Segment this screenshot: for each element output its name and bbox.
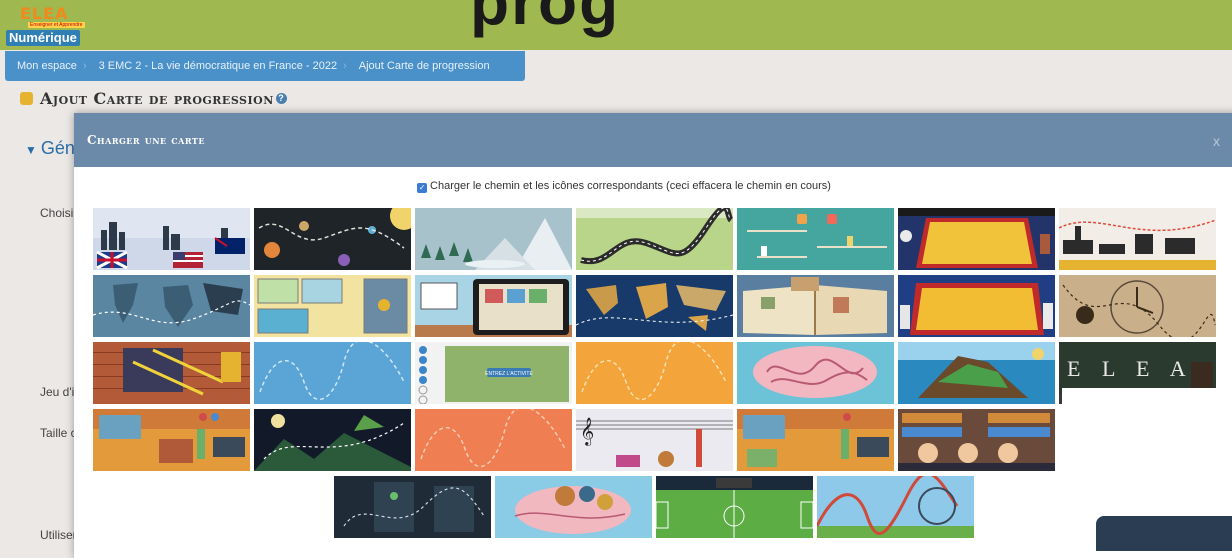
map-thumb-brain[interactable] bbox=[737, 342, 894, 404]
map-thumb-world-blue[interactable] bbox=[576, 275, 733, 337]
map-thumb-classroom-2[interactable] bbox=[737, 409, 894, 471]
breadcrumb-current: Ajout Carte de progression bbox=[358, 60, 490, 72]
modal-title: Charger une carte bbox=[87, 133, 205, 147]
load-path-checkbox[interactable]: ✓ bbox=[417, 183, 428, 193]
map-thumb-football[interactable] bbox=[656, 476, 813, 538]
page-title: Ajout Carte de progression ? bbox=[20, 89, 287, 108]
map-thumb-london-skyline[interactable] bbox=[1059, 208, 1216, 270]
caret-down-icon: ▼ bbox=[25, 143, 37, 157]
map-thumb-school-plan[interactable] bbox=[254, 275, 411, 337]
breadcrumb: Mon espace › 3 EMC 2 - La vie démocratiq… bbox=[5, 51, 525, 81]
map-thumb-world-dark[interactable] bbox=[93, 275, 250, 337]
modal-header: Charger une carte x bbox=[74, 113, 1232, 167]
map-thumb-label: ENTREZ L'ACTIVITE bbox=[485, 371, 533, 377]
overlay-map-fragment bbox=[1096, 516, 1232, 551]
map-thumb-space-planets[interactable] bbox=[254, 208, 411, 270]
map-thumb-night-witch[interactable] bbox=[254, 409, 411, 471]
breadcrumb-home[interactable]: Mon espace bbox=[5, 60, 77, 72]
map-thumb-tablet-desk[interactable] bbox=[415, 275, 572, 337]
map-thumb-island[interactable] bbox=[898, 342, 1055, 404]
map-thumb-blue-path[interactable] bbox=[254, 342, 411, 404]
overlay-panel bbox=[1062, 388, 1232, 551]
breadcrumb-separator: › bbox=[343, 60, 347, 72]
load-path-checkbox-label[interactable]: Charger le chemin et les icônes correspo… bbox=[430, 180, 831, 192]
load-map-modal: Charger une carte x ✓ Charger le chemin e… bbox=[74, 113, 1232, 558]
question-icon[interactable]: ? bbox=[275, 93, 287, 104]
map-thumb-open-book[interactable] bbox=[737, 275, 894, 337]
map-thumb-brain-gears[interactable] bbox=[495, 476, 652, 538]
map-thumb-stage-red[interactable] bbox=[898, 275, 1055, 337]
field-label: Utiliser bbox=[40, 528, 77, 542]
field-label: Jeu d'i bbox=[40, 385, 75, 399]
top-navbar: ELEA Enseigner et Apprendre Numérique pr… bbox=[0, 0, 1232, 50]
map-thumb-music[interactable]: 𝄞 bbox=[576, 409, 733, 471]
close-icon[interactable]: x bbox=[1213, 133, 1220, 149]
map-thumb-lab-shelves[interactable] bbox=[737, 208, 894, 270]
load-path-option: ✓ Charger le chemin et les icônes corresp… bbox=[74, 180, 1174, 193]
map-thumb-progress-green[interactable]: ENTREZ L'ACTIVITE bbox=[415, 342, 572, 404]
map-thumb-red-path[interactable] bbox=[415, 409, 572, 471]
breadcrumb-separator: › bbox=[82, 60, 87, 72]
svg-text:𝄞: 𝄞 bbox=[580, 417, 594, 446]
breadcrumb-course[interactable]: 3 EMC 2 - La vie démocratique en France … bbox=[87, 60, 337, 72]
map-thumb-classroom[interactable] bbox=[93, 409, 250, 471]
field-label: Taille c bbox=[40, 426, 77, 440]
map-thumb-clock-parchment[interactable] bbox=[1059, 275, 1216, 337]
map-thumb-library[interactable] bbox=[898, 409, 1055, 471]
map-thumb-stage-astronaut[interactable] bbox=[898, 208, 1055, 270]
map-thumb-winter-mountain[interactable] bbox=[415, 208, 572, 270]
map-thumb-brick-wall[interactable] bbox=[93, 342, 250, 404]
puzzle-icon bbox=[20, 92, 33, 105]
map-thumb-cities-flags[interactable] bbox=[93, 208, 250, 270]
partial-page-title: prog bbox=[470, 0, 621, 38]
section-general[interactable]: ▼ Gén bbox=[25, 138, 75, 159]
map-thumb-cyber[interactable] bbox=[334, 476, 491, 538]
field-label: Choisi bbox=[40, 206, 74, 220]
elea-logo[interactable]: ELEA Enseigner et Apprendre Numérique bbox=[6, 4, 92, 46]
map-thumb-rollercoaster[interactable] bbox=[817, 476, 974, 538]
map-thumb-orange-path[interactable] bbox=[576, 342, 733, 404]
map-thumb-road-hills[interactable] bbox=[576, 208, 733, 270]
map-thumb-label: E L E A bbox=[1067, 356, 1194, 381]
